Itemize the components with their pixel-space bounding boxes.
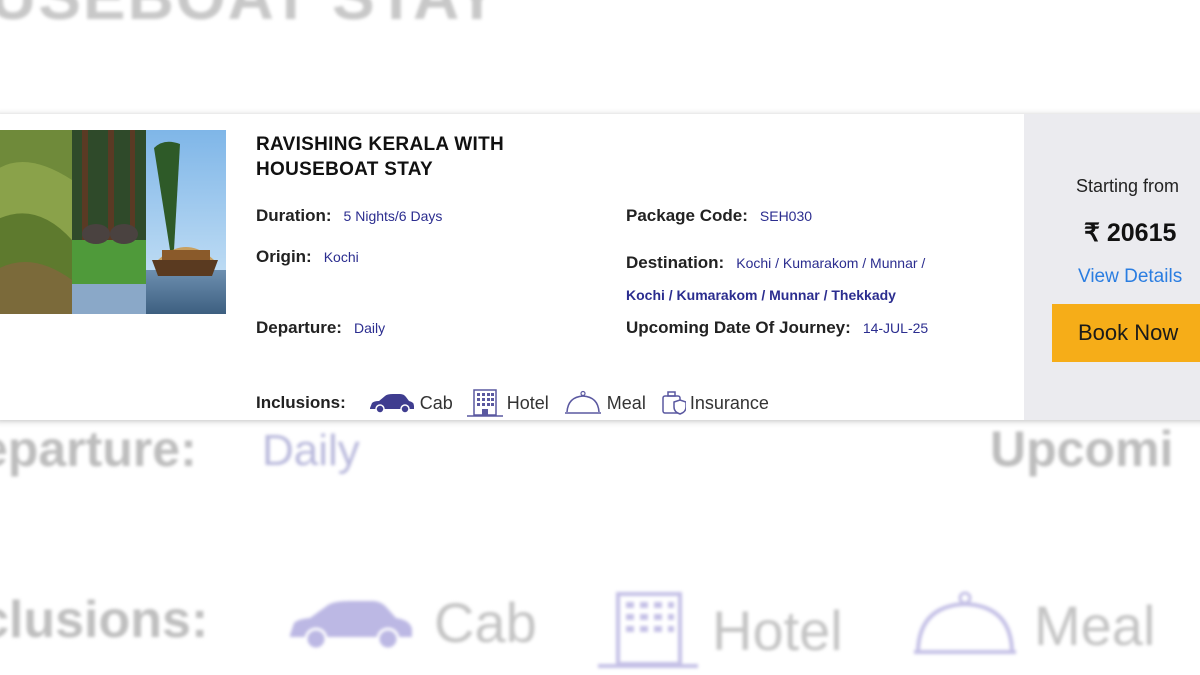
destination-value-line2: Kochi / Kumarakom / Munnar / Thekkady xyxy=(626,287,896,303)
bg-inclusion-hotel-label: Hotel xyxy=(712,598,843,662)
bg-inclusion-meal-label: Meal xyxy=(1034,593,1156,657)
view-details-link[interactable]: View Details xyxy=(1078,266,1182,288)
starting-from-label: Starting from xyxy=(1076,176,1180,196)
origin-row: Origin: Kochi xyxy=(256,247,359,267)
departure-label: Departure: xyxy=(256,318,342,337)
inclusion-meal-label: Meal xyxy=(606,392,646,413)
meal-cloche-icon xyxy=(914,591,1016,654)
package-card: RAVISHING KERALA WITH HOUSEBOAT STAY Dur… xyxy=(0,114,1200,420)
package-details: RAVISHING KERALA WITH HOUSEBOAT STAY Dur… xyxy=(256,132,1016,417)
meal-cloche-icon xyxy=(564,390,601,414)
book-now-button[interactable]: Book Now xyxy=(1052,304,1200,362)
duration-row: Duration: 5 Nights/6 Days xyxy=(256,206,442,226)
inclusion-hotel: Hotel xyxy=(466,388,549,418)
upcoming-date-label: Upcoming Date Of Journey: xyxy=(626,318,851,337)
inclusions-row: Inclusions: Cab Hotel Meal Insurance xyxy=(256,388,783,418)
origin-value: Kochi xyxy=(323,249,359,265)
inclusion-meal: Meal xyxy=(563,390,646,416)
inclusion-hotel-label: Hotel xyxy=(506,392,549,413)
destination-label: Destination: xyxy=(626,253,725,272)
insurance-icon xyxy=(662,391,686,415)
departure-value: Daily xyxy=(353,320,386,336)
inclusions-label: Inclusions: xyxy=(256,393,346,412)
inclusion-insurance: Insurance xyxy=(660,390,769,416)
bg-inclusion-meal: Meal xyxy=(910,590,1155,660)
bg-title-fragment: USEBOAT STAY xyxy=(0,0,500,34)
kerala-collage-image xyxy=(0,130,226,314)
inclusion-cab-label: Cab xyxy=(419,392,453,413)
inclusion-insurance-label: Insurance xyxy=(689,392,769,413)
hotel-icon xyxy=(598,592,698,668)
bg-departure-value: Daily xyxy=(262,426,360,475)
destination-row: Destination: Kochi / Kumarakom / Munnar /… xyxy=(626,247,1016,311)
bg-inclusion-cab: Cab xyxy=(280,590,537,655)
origin-label: Origin: xyxy=(256,247,312,266)
car-icon xyxy=(369,394,414,414)
car-icon xyxy=(290,600,412,650)
duration-value: 5 Nights/6 Days xyxy=(343,208,443,224)
duration-label: Duration: xyxy=(256,206,332,225)
upcoming-date-row: Upcoming Date Of Journey: 14-JUL-25 xyxy=(626,318,928,338)
package-code-row: Package Code: SEH030 xyxy=(626,206,812,226)
bg-inclusion-hotel: Hotel xyxy=(598,590,843,670)
package-code-value: SEH030 xyxy=(759,208,813,224)
package-code-label: Package Code: xyxy=(626,206,748,225)
package-title[interactable]: RAVISHING KERALA WITH HOUSEBOAT STAY xyxy=(256,132,1016,182)
upcoming-date-value: 14-JUL-25 xyxy=(862,320,929,336)
inclusion-cab: Cab xyxy=(368,392,453,414)
price-panel: Starting from ₹ 20615 View Details Book … xyxy=(1024,114,1200,420)
package-thumbnail[interactable] xyxy=(0,130,226,314)
package-price: ₹ 20615 xyxy=(1084,219,1177,247)
bg-departure-label: eparture: xyxy=(0,421,197,477)
bg-upcoming-fragment: Upcomi xyxy=(990,421,1174,477)
bg-inclusions-label: clusions: xyxy=(0,591,209,649)
package-title-line1: RAVISHING KERALA WITH xyxy=(256,134,505,155)
bg-inclusion-cab-label: Cab xyxy=(434,591,537,654)
package-title-line2: HOUSEBOAT STAY xyxy=(256,159,433,180)
destination-value-line1: Kochi / Kumarakom / Munnar / xyxy=(736,255,926,271)
departure-row: Departure: Daily xyxy=(256,318,385,338)
hotel-icon xyxy=(466,389,503,417)
